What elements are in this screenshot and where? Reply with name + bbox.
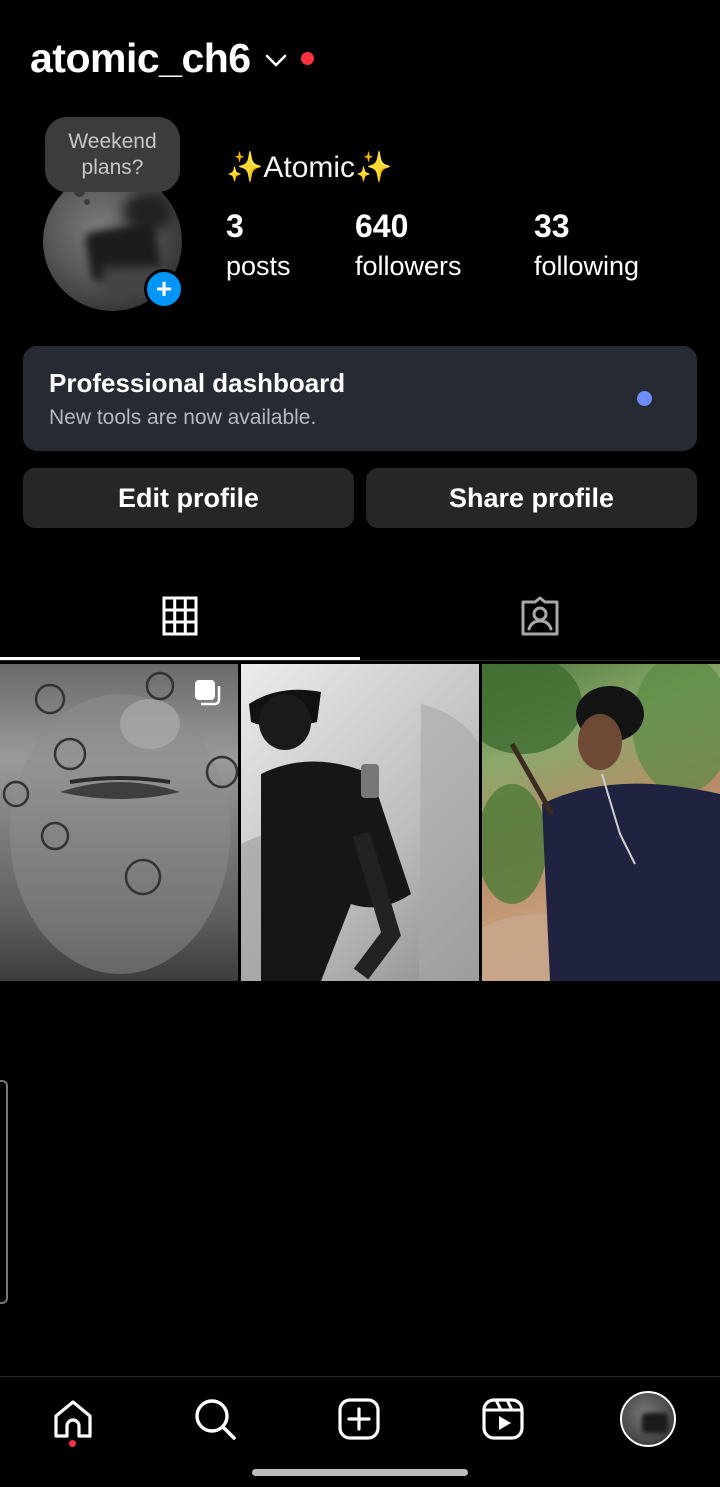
note-text-line2: plans? bbox=[81, 155, 144, 179]
post-thumbnail[interactable] bbox=[482, 664, 720, 981]
post-image-outdoor bbox=[482, 664, 720, 981]
nav-search[interactable] bbox=[190, 1394, 240, 1444]
followers-count: 640 bbox=[355, 208, 409, 244]
post-image-person bbox=[241, 689, 479, 981]
note-bubble-tail bbox=[74, 186, 85, 197]
grid-icon bbox=[162, 596, 198, 636]
tagged-icon bbox=[521, 596, 559, 636]
tab-grid[interactable] bbox=[0, 570, 360, 662]
post-image-face bbox=[2, 671, 238, 974]
post-thumbnail[interactable] bbox=[241, 664, 479, 981]
notification-dot bbox=[300, 51, 314, 65]
following-count: 33 bbox=[534, 208, 570, 244]
dashboard-new-dot bbox=[637, 391, 652, 406]
professional-dashboard-card[interactable]: Professional dashboard New tools are now… bbox=[23, 346, 697, 451]
search-icon bbox=[195, 1399, 236, 1440]
nav-home[interactable] bbox=[48, 1394, 98, 1444]
stat-posts[interactable]: 3 posts bbox=[226, 205, 291, 285]
side-scroll-handle[interactable] bbox=[0, 1080, 8, 1304]
share-profile-button[interactable]: Share profile bbox=[366, 468, 697, 528]
profile-tabs bbox=[0, 570, 720, 662]
system-home-indicator[interactable] bbox=[252, 1469, 468, 1476]
home-notification-dot bbox=[69, 1440, 76, 1447]
nav-profile-avatar[interactable] bbox=[620, 1391, 676, 1447]
tab-tagged[interactable] bbox=[360, 570, 720, 662]
dashboard-title: Professional dashboard bbox=[49, 368, 346, 398]
posts-label: posts bbox=[226, 251, 291, 281]
profile-stats: 3 posts 640 followers 33 following bbox=[0, 205, 720, 295]
edit-profile-button[interactable]: Edit profile bbox=[23, 468, 354, 528]
posts-count: 3 bbox=[226, 208, 244, 244]
following-label: following bbox=[534, 251, 640, 281]
chevron-down-icon bbox=[265, 54, 286, 67]
add-post-icon bbox=[338, 1398, 380, 1440]
stat-followers[interactable]: 640 followers bbox=[355, 205, 462, 285]
nav-create[interactable] bbox=[334, 1394, 384, 1444]
display-name: ✨Atomic✨ bbox=[226, 151, 393, 184]
dashboard-subtitle: New tools are now available. bbox=[49, 406, 317, 429]
note-text-line1: Weekend bbox=[68, 129, 157, 153]
followers-label: followers bbox=[355, 251, 462, 281]
account-switcher[interactable]: atomic_ch6 bbox=[30, 30, 314, 86]
note-bubble[interactable]: Weekend plans? bbox=[45, 117, 180, 192]
username: atomic_ch6 bbox=[30, 34, 251, 81]
home-icon bbox=[54, 1400, 92, 1438]
stat-following[interactable]: 33 following bbox=[534, 205, 639, 285]
reels-icon bbox=[482, 1398, 524, 1440]
post-thumbnail[interactable] bbox=[0, 664, 238, 981]
nav-reels[interactable] bbox=[478, 1394, 528, 1444]
bottom-nav-divider bbox=[0, 1376, 720, 1377]
multiple-images-icon bbox=[195, 680, 221, 706]
tab-divider bbox=[0, 660, 720, 661]
